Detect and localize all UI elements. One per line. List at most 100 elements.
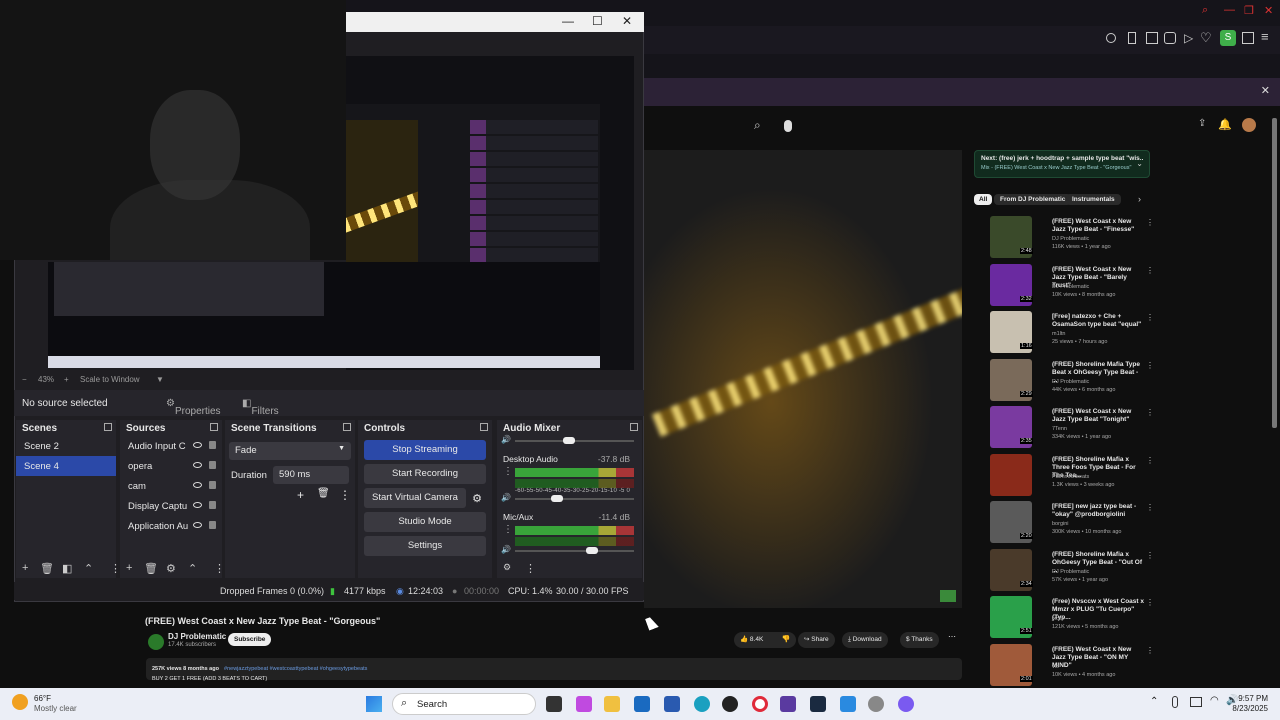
recommendation-item[interactable]: 2:35 (FREE) West Coast x New Jazz Type Be… [974, 402, 1274, 450]
speaker-icon[interactable]: 🔊 [501, 545, 511, 554]
lock-icon[interactable] [209, 461, 216, 469]
avatar[interactable] [1242, 118, 1256, 132]
rec-channel[interactable]: DJ Problematic [1052, 379, 1089, 385]
volume-slider[interactable]: 🔊 [501, 545, 634, 554]
more-icon[interactable]: ⋮ [339, 488, 351, 502]
mic-icon[interactable] [784, 120, 792, 132]
eye-icon[interactable] [193, 502, 202, 508]
steam-icon[interactable] [810, 696, 826, 712]
recommendation-item[interactable]: (FREE) Shoreline Mafia x Three Foos Type… [974, 450, 1274, 498]
remove-icon[interactable]: 🗑 [144, 562, 158, 575]
search-box[interactable]: ⌕ Search [392, 693, 536, 715]
zoom-in-icon[interactable]: + [64, 375, 69, 384]
extensions-icon[interactable] [1242, 32, 1254, 44]
minimize-icon[interactable]: — [562, 14, 574, 28]
stop-streaming-button[interactable]: Stop Streaming [364, 440, 486, 460]
undock-icon[interactable] [210, 423, 218, 431]
more-options-icon[interactable]: ⋮ [1146, 646, 1154, 655]
edge-icon[interactable] [694, 696, 710, 712]
dislike-button[interactable]: 👎 [776, 632, 796, 648]
chevron-down-icon[interactable]: ⌄ [1136, 159, 1143, 168]
rec-channel[interactable]: vic [1052, 664, 1059, 670]
snapshot-icon[interactable] [1146, 32, 1158, 44]
eye-icon[interactable] [193, 442, 202, 448]
search-tabs-icon[interactable]: ⌕ [1202, 4, 1208, 17]
bell-icon[interactable]: 🔔 [1218, 118, 1232, 131]
scene-item-selected[interactable]: Scene 4 [16, 456, 116, 476]
remove-icon[interactable]: 🗑 [317, 488, 330, 499]
outlook-icon[interactable] [634, 696, 650, 712]
mixer-settings-icon[interactable]: ⚙ [503, 562, 511, 573]
source-item[interactable]: Audio Input C [120, 436, 222, 456]
more-options-icon[interactable]: ⋮ [1146, 408, 1154, 417]
move-up-icon[interactable]: ⌃ [188, 562, 197, 575]
description-box[interactable]: 257K views 8 months ago #newjazztypebeat… [146, 658, 962, 682]
lock-icon[interactable] [209, 521, 216, 529]
more-options-icon[interactable]: ⋮ [1146, 598, 1154, 607]
more-icon[interactable]: ⋮ [214, 562, 225, 575]
source-item[interactable]: Display Captu [120, 496, 222, 516]
undock-icon[interactable] [630, 423, 638, 431]
scrollbar[interactable] [1272, 118, 1277, 428]
volume-knob[interactable] [586, 547, 599, 554]
weather-icon[interactable] [12, 694, 28, 710]
more-icon[interactable]: ⋮ [525, 562, 536, 575]
start-icon[interactable] [366, 696, 382, 712]
transition-select[interactable]: Fade ▼ [229, 442, 351, 460]
start-virtual-camera-button[interactable]: Start Virtual Camera [364, 488, 466, 508]
download-button[interactable]: ⤓ Download [842, 632, 888, 648]
rec-channel[interactable]: Paimmickbeats [1052, 474, 1089, 480]
search-icon[interactable]: ⌕ [754, 118, 774, 136]
recommendation-item[interactable]: 1:16 [Free] natezxo + Che + OsamaSon type… [974, 307, 1274, 355]
source-item[interactable]: Application Au [120, 516, 222, 536]
wifi-tray-icon[interactable]: ◠ [1210, 695, 1219, 706]
menu-icon[interactable]: ≡ [1261, 29, 1269, 44]
store-icon[interactable] [664, 696, 680, 712]
app-icon[interactable] [780, 696, 796, 712]
rec-channel[interactable]: m1ltn [1052, 331, 1065, 337]
chip-all[interactable]: All [974, 194, 993, 205]
file-explorer-icon[interactable] [604, 696, 620, 712]
recommendation-item[interactable]: 2:32 (FREE) West Coast x New Jazz Type Be… [974, 260, 1274, 308]
rec-title[interactable]: (Free) Nvsccw x West Coast x Mmzr x PLUG… [1052, 598, 1144, 622]
eye-icon[interactable] [193, 482, 202, 488]
tray-chevron-icon[interactable]: ⌃ [1150, 696, 1158, 707]
eye-icon[interactable] [193, 522, 202, 528]
remove-icon[interactable]: 🗑 [40, 562, 54, 575]
weather-desc[interactable]: Mostly clear [34, 704, 77, 713]
settings-button[interactable]: Settings [364, 536, 486, 556]
lock-icon[interactable] [209, 481, 216, 489]
obs-icon[interactable] [722, 696, 738, 712]
rec-channel[interactable]: borgini [1052, 521, 1069, 527]
scene-item[interactable]: Scene 2 [16, 436, 116, 456]
taskview-icon[interactable] [546, 696, 562, 712]
scale-mode[interactable]: Scale to Window [80, 375, 140, 384]
heart-icon[interactable]: ♡ [1200, 30, 1212, 46]
speaker-icon[interactable]: 🔊 [501, 493, 511, 502]
rec-channel[interactable]: jxcke [1052, 616, 1065, 622]
thanks-button[interactable]: $ Thanks [900, 632, 939, 648]
more-options-icon[interactable]: ⋮ [1146, 503, 1154, 512]
duration-field[interactable]: 590 ms [273, 466, 349, 484]
source-item[interactable]: cam [120, 476, 222, 496]
volume-knob[interactable] [550, 495, 563, 502]
rec-title[interactable]: [FREE] new jazz type beat - "okay" @prod… [1052, 503, 1144, 519]
add-icon[interactable]: + [126, 562, 132, 574]
discord-icon[interactable] [898, 696, 914, 712]
more-icon[interactable]: ⋮ [503, 466, 513, 477]
add-icon[interactable]: + [297, 488, 304, 502]
copilot-icon[interactable] [576, 696, 592, 712]
recommendation-item[interactable]: 2:34 (FREE) Shoreline Mafia x OhGeesy Typ… [974, 545, 1274, 593]
clock-date[interactable]: 8/23/2025 [1224, 704, 1268, 713]
share-button[interactable]: ↪ Share [798, 632, 835, 648]
mic-tray-icon[interactable] [1172, 696, 1178, 708]
more-options-icon[interactable]: ⋮ [1146, 218, 1154, 227]
filters-button[interactable]: ◧ Filters [242, 398, 279, 417]
hashtags[interactable]: #newjazztypebeat #westcoasttypebeat #ohg… [224, 666, 367, 672]
recommendation-item[interactable]: 2:01 (FREE) West Coast x New Jazz Type Be… [974, 640, 1274, 688]
channel-name[interactable]: DJ Problematic [168, 632, 226, 641]
close-icon[interactable]: ✕ [622, 14, 632, 28]
opera-icon[interactable] [752, 696, 768, 712]
profile-icon[interactable]: S [1220, 30, 1236, 46]
more-options-icon[interactable]: ⋮ [1146, 361, 1154, 370]
